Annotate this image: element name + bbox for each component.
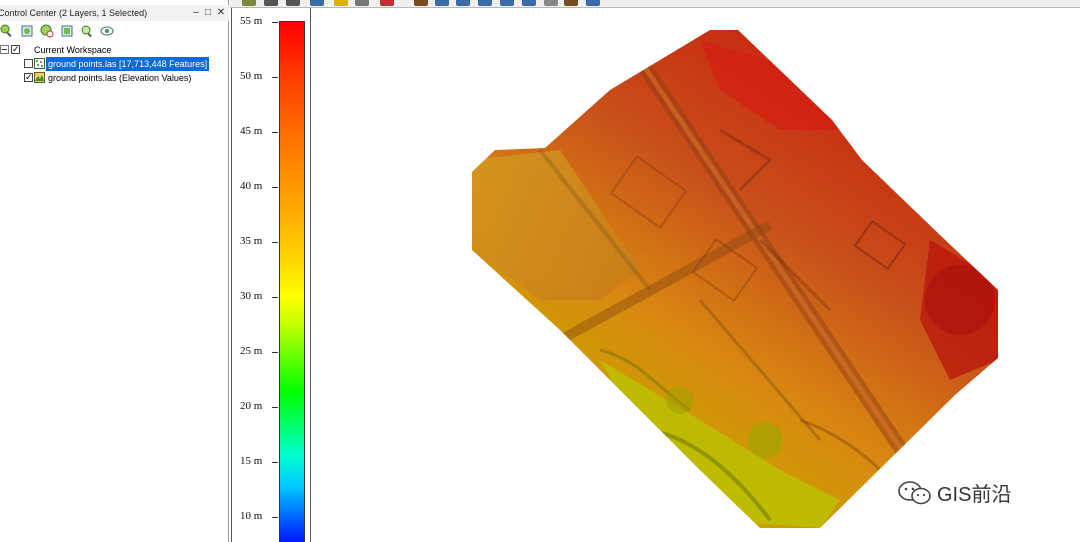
panel-toolbar [0, 22, 229, 42]
legend-tick [272, 352, 278, 353]
toolbar-button[interactable] [456, 0, 470, 6]
watermark: GIS前沿 [897, 478, 1011, 507]
panel-titlebar: Control Center (2 Layers, 1 Selected) – … [0, 5, 229, 21]
toolbar-button[interactable] [242, 0, 256, 6]
workspace-label: Current Workspace [34, 45, 112, 55]
legend-tick-label: 45 m [240, 125, 263, 137]
app-window: Control Center (2 Layers, 1 Selected) – … [0, 0, 1080, 542]
remove-layer-icon[interactable] [40, 24, 54, 38]
layer-props-icon[interactable] [20, 24, 34, 38]
legend-tick-label: 40 m [240, 180, 263, 192]
toolbar-button[interactable] [586, 0, 600, 6]
watermark-text: GIS前沿 [937, 484, 1012, 506]
legend-tick [272, 517, 278, 518]
search-icon[interactable] [80, 24, 94, 38]
legend-tick-label: 20 m [240, 400, 263, 412]
zoom-to-layer-icon[interactable] [0, 24, 14, 38]
control-center-panel: Control Center (2 Layers, 1 Selected) – … [0, 0, 229, 542]
map-view[interactable] [312, 8, 1080, 542]
close-button[interactable]: ✕ [215, 5, 227, 21]
wechat-icon [898, 480, 931, 504]
legend-tick [272, 242, 278, 243]
panel-title: Control Center (2 Layers, 1 Selected) [0, 8, 148, 18]
legend-tick-label: 10 m [240, 510, 263, 522]
legend-tick [272, 132, 278, 133]
legend-tick [272, 407, 278, 408]
workspace-checkbox[interactable] [11, 42, 20, 56]
minimize-button[interactable]: – [190, 5, 202, 21]
tree-layer-row[interactable]: ground points.las (Elevation Values) [0, 70, 220, 85]
legend-tick [272, 462, 278, 463]
toolbar-button[interactable] [380, 0, 394, 6]
tree-workspace-row[interactable]: Current Workspace [0, 42, 220, 57]
legend-tick-label: 30 m [240, 290, 263, 302]
toolbar-button[interactable] [500, 0, 514, 6]
legend-tick-label: 15 m [240, 455, 263, 467]
toolbar-button[interactable] [264, 0, 278, 6]
collapse-toggle[interactable] [0, 45, 9, 54]
toolbar-button[interactable] [478, 0, 492, 6]
legend-tick [272, 187, 278, 188]
visibility-icon[interactable] [100, 24, 114, 38]
toolbar-button[interactable] [544, 0, 558, 6]
layer-label[interactable]: ground points.las [17,713,448 Features] [46, 57, 210, 71]
toolbar-button[interactable] [355, 0, 369, 6]
point-cloud-icon [34, 58, 45, 69]
elevation-raster-icon [34, 72, 45, 83]
legend-tick-label: 35 m [240, 235, 263, 247]
legend-tick [272, 22, 278, 23]
toolbar-button[interactable] [564, 0, 578, 6]
legend-tick-label: 25 m [240, 345, 263, 357]
legend-tick [272, 297, 278, 298]
elevation-map-image [472, 30, 998, 528]
tree-layer-row[interactable]: ground points.las [17,713,448 Features] [0, 57, 220, 71]
main-toolbar [230, 0, 1080, 8]
toolbar-button[interactable] [522, 0, 536, 6]
toolbar-button[interactable] [435, 0, 449, 6]
color-ramp [279, 21, 305, 542]
filter-icon[interactable] [60, 24, 74, 38]
elevation-legend: 55 m 50 m 45 m 40 m 35 m 30 m 25 m 20 m … [231, 8, 311, 542]
legend-tick-label: 50 m [240, 70, 263, 82]
toolbar-button[interactable] [310, 0, 324, 6]
layer-checkbox[interactable] [24, 59, 33, 68]
layer-label[interactable]: ground points.las (Elevation Values) [48, 71, 191, 85]
legend-tick-label: 55 m [240, 15, 263, 27]
legend-tick [272, 77, 278, 78]
toolbar-button[interactable] [334, 0, 348, 6]
toolbar-button[interactable] [286, 0, 300, 6]
toolbar-button[interactable] [414, 0, 428, 6]
layer-checkbox[interactable] [24, 70, 33, 84]
restore-button[interactable]: □ [202, 5, 214, 21]
